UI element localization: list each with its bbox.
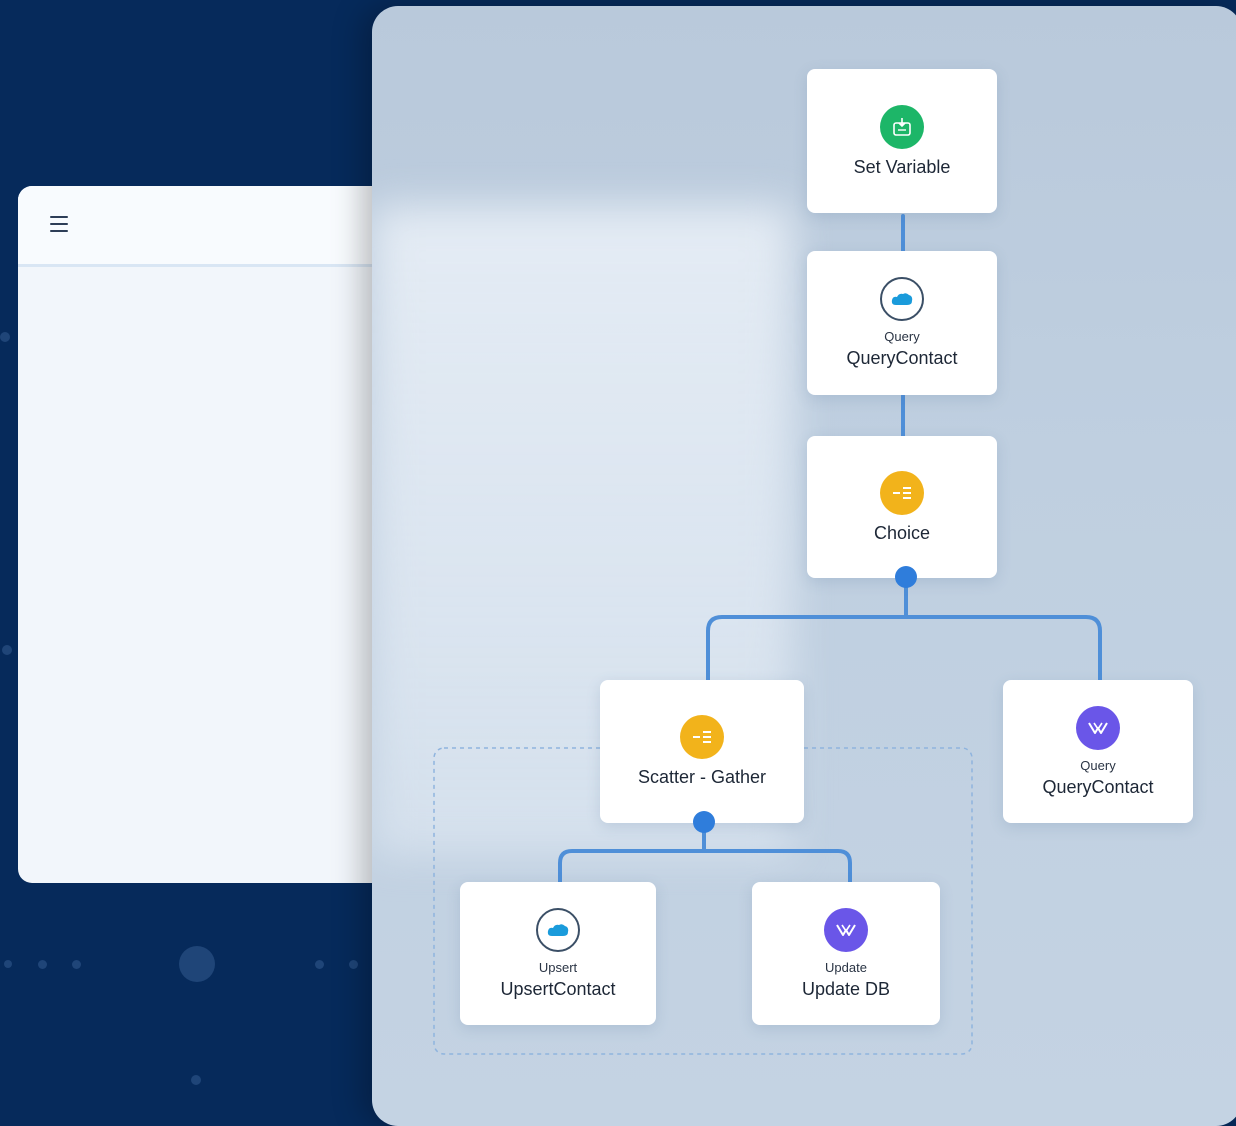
background-dot [38,960,47,969]
scatter-gather-icon [680,715,724,759]
background-dot [72,960,81,969]
set-variable-icon [880,104,924,149]
node-type: Query [884,329,920,344]
salesforce-cloud-icon [536,907,580,952]
node-label: Scatter - Gather [637,767,767,787]
node-query-contact-db[interactable]: Query QueryContact [1003,680,1193,823]
background-dot [349,960,358,969]
hamburger-menu-icon[interactable] [50,216,68,232]
scatter-gather-output-handle[interactable] [693,811,715,833]
node-scatter-gather[interactable]: Scatter - Gather [600,680,804,823]
background-dot [4,960,12,968]
node-query-contact[interactable]: Query QueryContact [807,251,997,395]
node-set-variable[interactable]: Set Variable [807,69,997,213]
node-label: QueryContact [846,348,958,368]
node-upsert-contact[interactable]: Upsert UpsertContact [460,882,656,1025]
database-connector-icon [1076,705,1120,750]
node-choice[interactable]: Choice [807,436,997,578]
node-label: UpsertContact [500,978,616,999]
flow-canvas: Set Variable Query QueryContact Choice S… [372,6,1236,1126]
node-type: Query [1080,757,1116,773]
connector-choice-branches [706,576,1102,684]
database-connector-icon [824,907,868,952]
side-panel [18,186,418,883]
node-type: Upsert [538,959,578,975]
salesforce-cloud-icon [880,277,924,321]
node-update-db[interactable]: Update Update DB [752,882,940,1025]
choice-output-handle[interactable] [895,566,917,588]
background-dot [179,946,215,982]
node-label: Choice [873,522,931,543]
background-dot [2,645,12,655]
background-dot [315,960,324,969]
background-dot [191,1075,201,1085]
node-label: Set Variable [853,156,951,177]
node-label: Update DB [801,978,891,999]
background-dot [0,332,10,342]
choice-router-icon [880,470,924,515]
node-label: QueryContact [1042,776,1154,797]
side-panel-header [18,186,418,267]
node-type: Update [825,959,867,975]
